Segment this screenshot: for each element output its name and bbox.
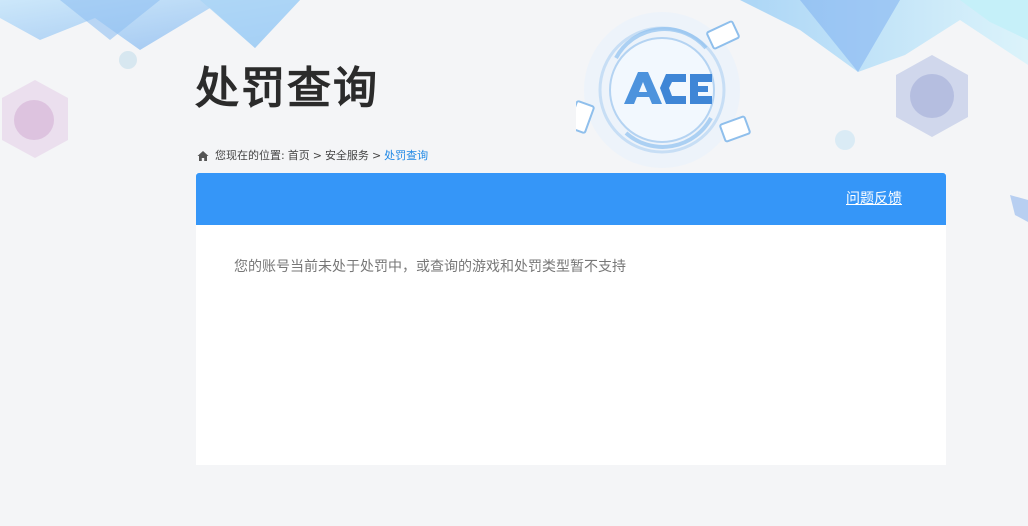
breadcrumb-home[interactable]: 首页 [288,148,310,164]
result-message: 您的账号当前未处于处罚中，或查询的游戏和处罚类型暂不支持 [234,259,626,275]
result-panel: 问题反馈 您的账号当前未处于处罚中，或查询的游戏和处罚类型暂不支持 [196,173,946,465]
panel-body: 您的账号当前未处于处罚中，或查询的游戏和处罚类型暂不支持 [196,225,946,309]
breadcrumb: 您现在的位置: 首页 > 安全服务 > 处罚查询 [197,148,428,164]
panel-header: 问题反馈 [196,173,946,225]
breadcrumb-prefix: 您现在的位置: [215,149,285,162]
breadcrumb-separator: > [371,149,382,162]
breadcrumb-current: 处罚查询 [384,149,429,162]
page-title: 处罚查询 [195,63,379,114]
feedback-link[interactable]: 问题反馈 [846,189,902,209]
ace-logo [576,12,751,168]
breadcrumb-separator: > [312,149,322,162]
home-icon [197,151,209,161]
breadcrumb-security-services[interactable]: 安全服务 [325,148,369,164]
